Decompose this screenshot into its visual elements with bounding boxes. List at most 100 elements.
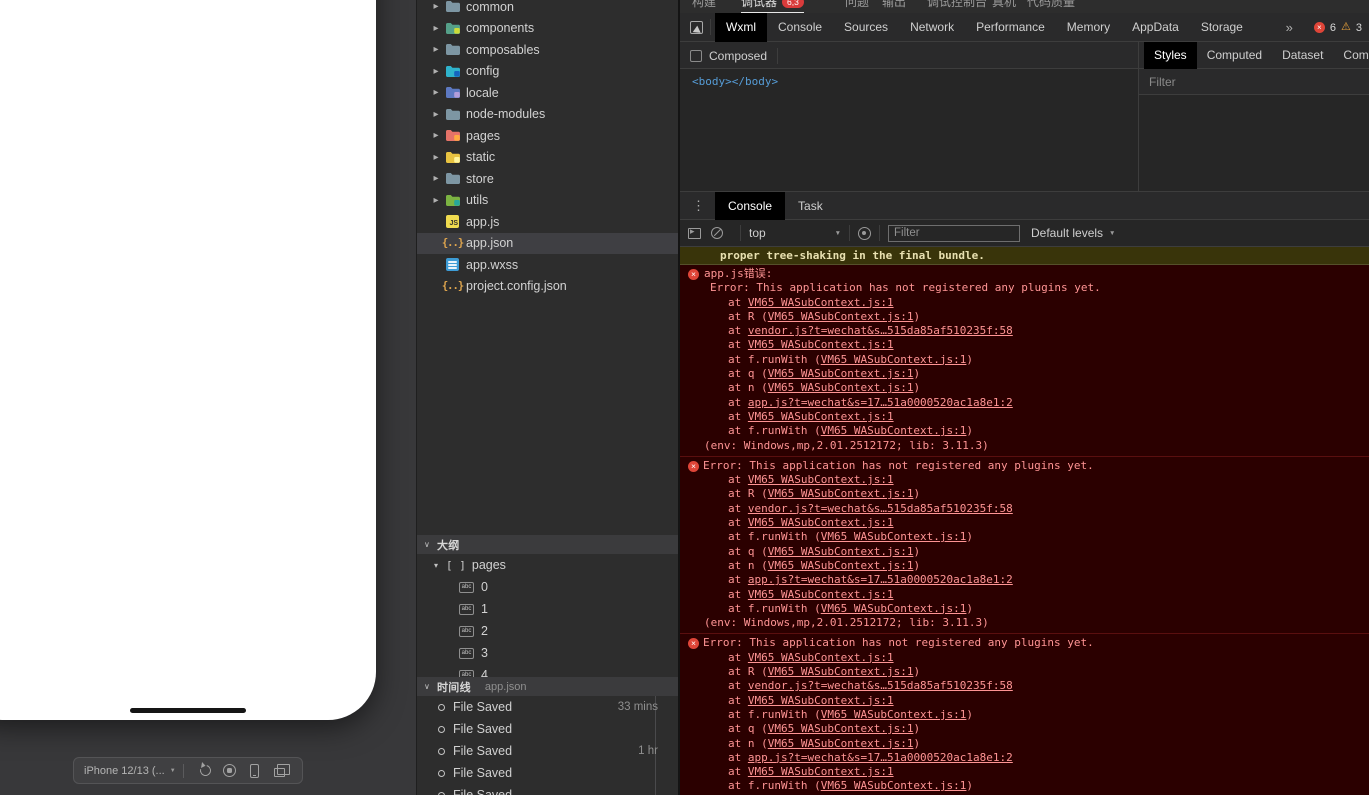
outline-section-header[interactable]: ∨ 大纲 xyxy=(417,535,678,554)
window-tab-3[interactable]: 问题 xyxy=(845,0,869,13)
clear-console-icon[interactable] xyxy=(711,227,723,239)
stack-frame: at app.js?t=wechat&s=17…51a0000520ac1a8e… xyxy=(728,395,1013,409)
stack-link[interactable]: VM65 WASubContext.js:1 xyxy=(748,296,894,309)
stack-link[interactable]: app.js?t=wechat&s=17…51a0000520ac1a8e1:2 xyxy=(748,751,1013,764)
tree-item-config[interactable]: ▸ config xyxy=(417,61,678,83)
tab-network[interactable]: Network xyxy=(899,13,965,42)
stack-link[interactable]: VM65 WASubContext.js:1 xyxy=(748,473,894,486)
tab-performance[interactable]: Performance xyxy=(965,13,1056,42)
tree-item-store[interactable]: ▸ store xyxy=(417,168,678,190)
kebab-menu-icon[interactable]: ⋮ xyxy=(692,198,705,214)
stack-link[interactable]: VM65 WASubContext.js:1 xyxy=(821,602,967,615)
tree-item-composables[interactable]: ▸ composables xyxy=(417,39,678,61)
console-tab-console[interactable]: Console xyxy=(715,191,786,220)
timeline-entry[interactable]: File Saved xyxy=(417,762,678,784)
tree-item-app.json[interactable]: {..} app.json xyxy=(417,232,678,254)
window-tab-4[interactable]: 输出 xyxy=(882,0,906,13)
stack-link[interactable]: VM65 WASubContext.js:1 xyxy=(768,310,914,323)
device-selector[interactable]: iPhone 12/13 (... ▼ xyxy=(84,765,176,777)
inspect-element-icon[interactable] xyxy=(690,20,703,34)
stack-link[interactable]: VM65 WASubContext.js:1 xyxy=(768,487,914,500)
more-tabs-icon[interactable]: » xyxy=(1286,20,1293,35)
stack-link[interactable]: VM65 WASubContext.js:1 xyxy=(768,665,914,678)
stack-link[interactable]: VM65 WASubContext.js:1 xyxy=(768,367,914,380)
tree-item-common[interactable]: ▸ common xyxy=(417,0,678,18)
stack-link[interactable]: VM65 WASubContext.js:1 xyxy=(821,424,967,437)
stack-link[interactable]: VM65 WASubContext.js:1 xyxy=(748,651,894,664)
timeline-entry[interactable]: File Saved xyxy=(417,784,678,795)
wxml-body-node[interactable]: <body></body> xyxy=(692,75,778,88)
tree-item-project.config.json[interactable]: {..} project.config.json xyxy=(417,276,678,298)
log-levels-selector[interactable]: Default levels ▼ xyxy=(1031,226,1115,240)
tree-item-app.wxss[interactable]: app.wxss xyxy=(417,254,678,276)
stack-link[interactable]: VM65 WASubContext.js:1 xyxy=(748,516,894,529)
stack-link[interactable]: VM65 WASubContext.js:1 xyxy=(768,545,914,558)
context-selector[interactable]: top ▼ xyxy=(749,226,841,240)
stack-link[interactable]: app.js?t=wechat&s=17…51a0000520ac1a8e1:2 xyxy=(748,573,1013,586)
timeline-entry[interactable]: File Saved xyxy=(417,718,678,740)
live-expression-icon[interactable] xyxy=(858,226,871,240)
timeline-entry[interactable]: File Saved 1 hr xyxy=(417,740,678,762)
tree-item-utils[interactable]: ▸ utils xyxy=(417,190,678,212)
window-tab-label: 调试器 xyxy=(741,0,778,9)
tree-item-pages[interactable]: ▸ pages xyxy=(417,125,678,147)
stack-link[interactable]: VM65 WASubContext.js:1 xyxy=(768,381,914,394)
tree-item-components[interactable]: ▸ components xyxy=(417,18,678,40)
stack-link[interactable]: VM65 WASubContext.js:1 xyxy=(768,737,914,750)
styles-filter-input[interactable]: Filter xyxy=(1139,69,1369,95)
styles-tab-dataset[interactable]: Dataset xyxy=(1272,42,1333,69)
stack-link[interactable]: VM65 WASubContext.js:1 xyxy=(748,338,894,351)
outline-node-pages[interactable]: ▾ [ ] pages xyxy=(417,554,678,576)
tab-console[interactable]: Console xyxy=(767,13,833,42)
stack-link[interactable]: VM65 WASubContext.js:1 xyxy=(768,559,914,572)
window-tab-1[interactable]: 构建 xyxy=(692,0,716,13)
stack-link[interactable]: vendor.js?t=wechat&s…515da85af510235f:58 xyxy=(748,502,1013,515)
outline-item-4[interactable]: abc 4 xyxy=(417,664,678,677)
stack-link[interactable]: VM65 WASubContext.js:1 xyxy=(821,779,967,792)
stack-link[interactable]: VM65 WASubContext.js:1 xyxy=(748,765,894,778)
styles-tab-computed[interactable]: Computed xyxy=(1197,42,1272,69)
stack-link[interactable]: VM65 WASubContext.js:1 xyxy=(768,722,914,735)
timeline-section-header[interactable]: ∨ 时间线 app.json xyxy=(417,677,678,696)
composed-checkbox[interactable] xyxy=(690,49,702,62)
stack-link[interactable]: VM65 WASubContext.js:1 xyxy=(821,530,967,543)
tree-item-app.js[interactable]: JS app.js xyxy=(417,211,678,233)
window-tab-7[interactable]: 代码质量 xyxy=(1027,0,1075,13)
rotate-icon[interactable] xyxy=(193,762,218,780)
window-tab-6[interactable]: 真机 xyxy=(992,0,1016,13)
tab-storage[interactable]: Storage xyxy=(1190,13,1254,42)
styles-tab-bar: StylesComputedDatasetComponent xyxy=(1138,42,1369,69)
outline-item-3[interactable]: abc 3 xyxy=(417,642,678,664)
tab-memory[interactable]: Memory xyxy=(1056,13,1121,42)
stack-link[interactable]: VM65 WASubContext.js:1 xyxy=(821,708,967,721)
console-filter-input[interactable] xyxy=(888,224,1020,242)
window-tab-5[interactable]: 调试控制台 xyxy=(927,0,987,13)
tab-appdata[interactable]: AppData xyxy=(1121,13,1190,42)
window-tab-2[interactable]: 调试器 6,3 xyxy=(741,0,804,13)
portrait-icon[interactable] xyxy=(242,762,267,780)
stack-link[interactable]: VM65 WASubContext.js:1 xyxy=(748,410,894,423)
outline-item-2[interactable]: abc 2 xyxy=(417,620,678,642)
multi-window-icon[interactable] xyxy=(267,762,292,780)
styles-tab-styles[interactable]: Styles xyxy=(1144,42,1197,69)
record-icon[interactable] xyxy=(217,762,242,780)
console-tab-task[interactable]: Task xyxy=(785,192,836,220)
stack-frame: at VM65 WASubContext.js:1 xyxy=(728,409,894,423)
tree-item-static[interactable]: ▸ static xyxy=(417,147,678,169)
show-sidebar-icon[interactable] xyxy=(688,226,701,239)
tab-wxml[interactable]: Wxml xyxy=(715,12,767,42)
timeline-entry[interactable]: File Saved 33 mins xyxy=(417,696,678,718)
stack-link[interactable]: vendor.js?t=wechat&s…515da85af510235f:58 xyxy=(748,324,1013,337)
styles-tab-component[interactable]: Component xyxy=(1333,42,1369,69)
stack-link[interactable]: vendor.js?t=wechat&s…515da85af510235f:58 xyxy=(748,679,1013,692)
stack-link[interactable]: VM65 WASubContext.js:1 xyxy=(748,694,894,707)
phone-preview-screen[interactable] xyxy=(0,0,376,720)
tab-sources[interactable]: Sources xyxy=(833,13,899,42)
outline-item-0[interactable]: abc 0 xyxy=(417,576,678,598)
stack-link[interactable]: VM65 WASubContext.js:1 xyxy=(748,588,894,601)
stack-link[interactable]: app.js?t=wechat&s=17…51a0000520ac1a8e1:2 xyxy=(748,396,1013,409)
stack-link[interactable]: VM65 WASubContext.js:1 xyxy=(821,353,967,366)
tree-item-node-modules[interactable]: ▸ node-modules xyxy=(417,104,678,126)
outline-item-1[interactable]: abc 1 xyxy=(417,598,678,620)
tree-item-locale[interactable]: ▸ locale xyxy=(417,82,678,104)
